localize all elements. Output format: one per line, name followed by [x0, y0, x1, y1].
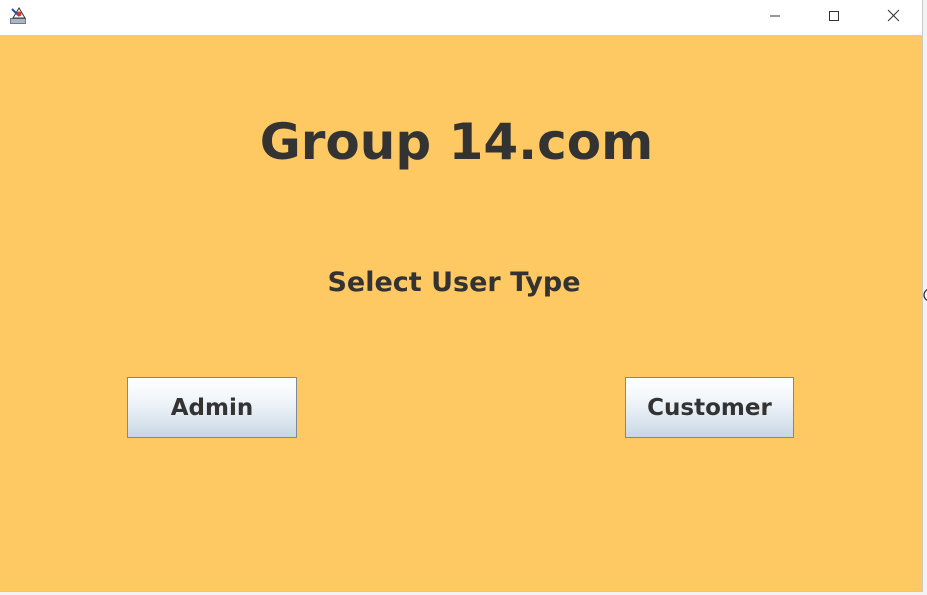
select-user-type-label: Select User Type	[327, 267, 581, 298]
java-app-icon[interactable]	[9, 6, 29, 26]
app-window: Group 14.com Select User Type Admin Cust…	[0, 0, 923, 592]
maximize-button[interactable]	[811, 0, 857, 32]
admin-button[interactable]: Admin	[127, 377, 297, 438]
close-icon	[887, 7, 900, 26]
customer-button[interactable]: Customer	[625, 377, 794, 438]
resize-cursor-icon	[922, 287, 927, 301]
close-button[interactable]	[870, 0, 916, 32]
maximize-icon	[828, 7, 840, 26]
main-panel: Group 14.com Select User Type Admin Cust…	[0, 35, 922, 591]
page-title: Group 14.com	[259, 113, 654, 171]
minimize-button[interactable]	[752, 0, 798, 32]
minimize-icon	[769, 7, 781, 26]
title-bar[interactable]	[0, 0, 922, 35]
